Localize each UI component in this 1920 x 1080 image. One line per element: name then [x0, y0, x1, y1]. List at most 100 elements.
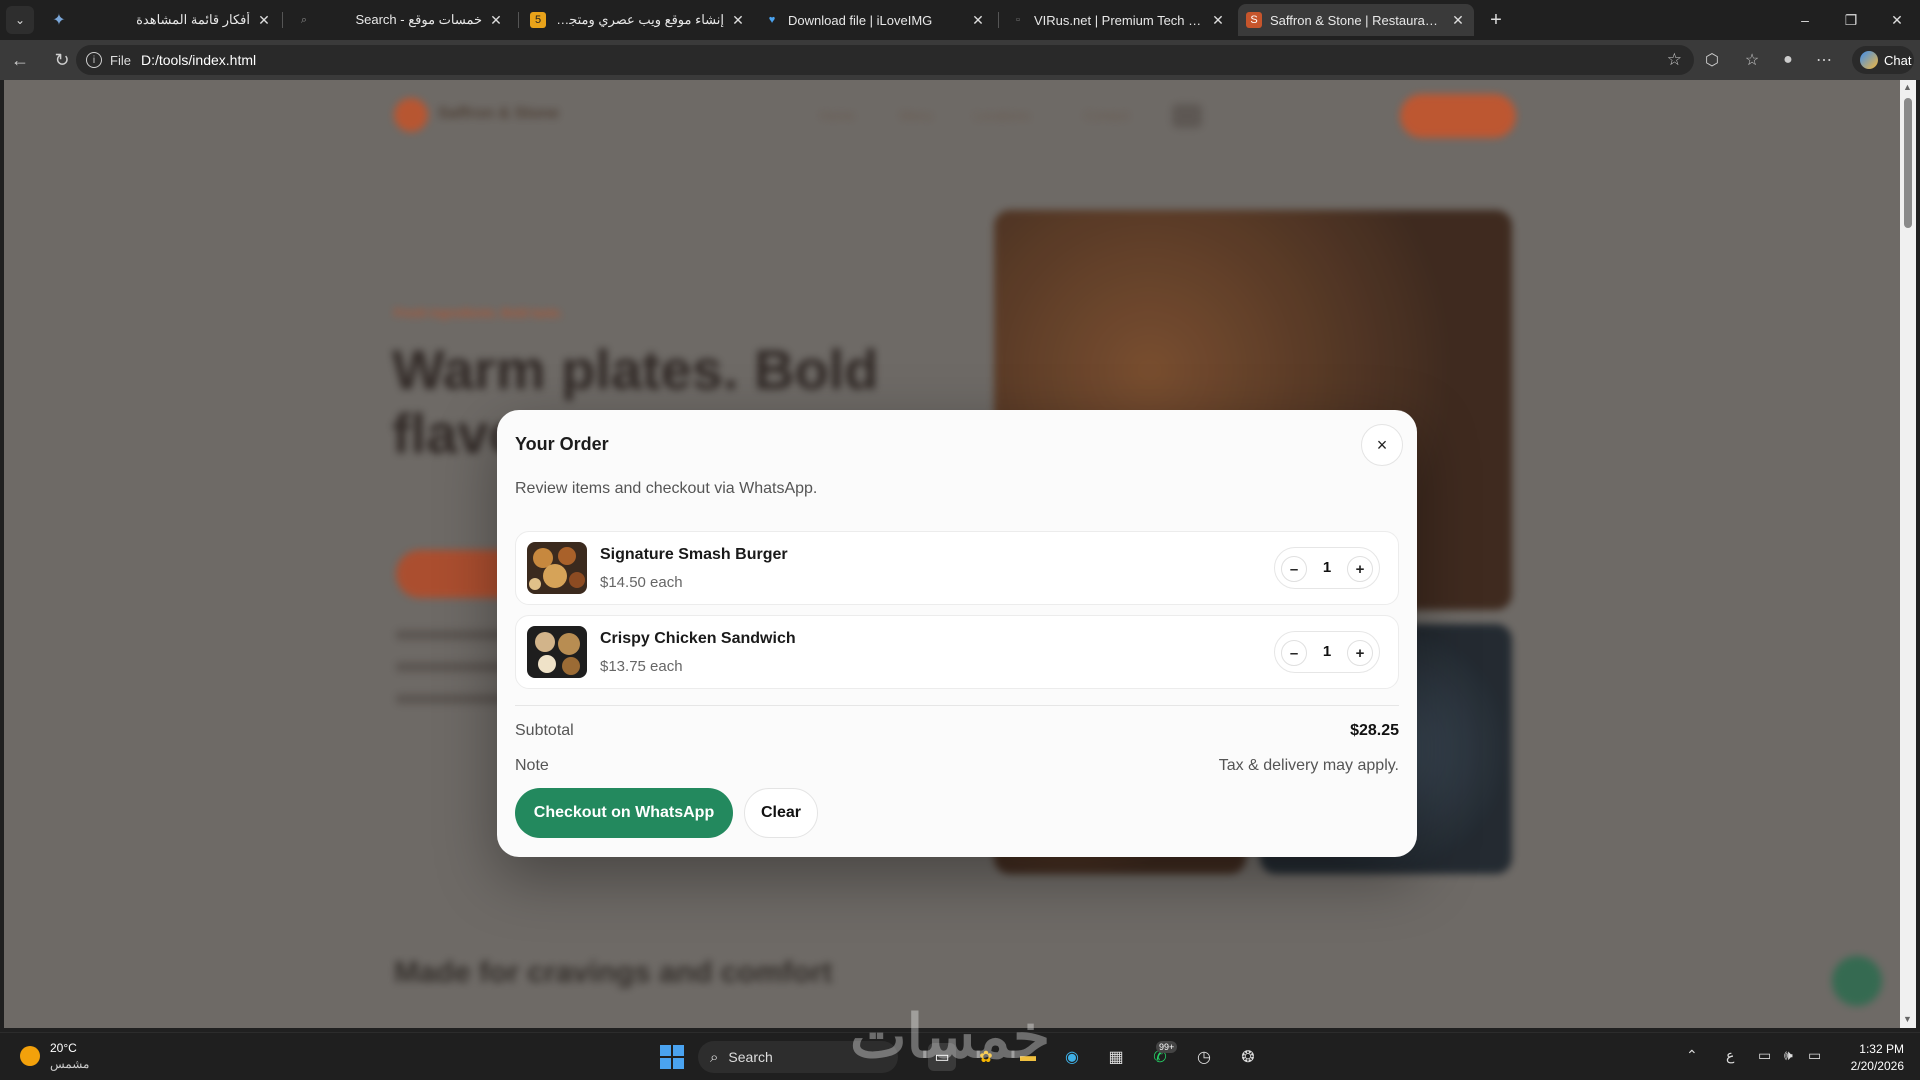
browser-toolbar: ← ↻ i File D:/tools/index.html ☆	[0, 40, 1920, 80]
tab-actions-chevron-icon[interactable]: ⌄	[6, 6, 34, 34]
decrease-quantity-button[interactable]: –	[1281, 556, 1307, 582]
subtotal-value: $28.25	[1350, 722, 1399, 739]
scroll-down-arrow-icon[interactable]: ▼	[1903, 1014, 1912, 1024]
modal-subtitle: Review items and checkout via WhatsApp.	[515, 480, 818, 497]
page-scrollbar[interactable]: ▲ ▼	[1900, 80, 1916, 1028]
scroll-thumb[interactable]	[1904, 98, 1912, 228]
favorite-star-icon[interactable]: ☆	[1667, 50, 1682, 70]
refresh-icon[interactable]: ↻	[48, 46, 76, 74]
clear-button[interactable]: Clear	[744, 788, 818, 838]
khamsat-icon: 5	[530, 12, 546, 28]
edge-browser-icon[interactable]: ◉	[1058, 1043, 1086, 1071]
minimize-icon[interactable]: –	[1782, 0, 1828, 40]
lang-en[interactable]	[1172, 104, 1202, 128]
scroll-up-arrow-icon[interactable]: ▲	[1903, 82, 1912, 92]
close-icon[interactable]: ✕	[256, 12, 272, 28]
url-scheme: File	[110, 52, 131, 68]
tab-title: Download file | iLoveIMG	[788, 12, 933, 28]
restore-icon[interactable]: ❐	[1828, 0, 1874, 40]
close-icon[interactable]: ✕	[488, 12, 504, 28]
order-item: Signature Smash Burger $14.50 each – 1 +	[515, 531, 1399, 605]
quantity-stepper: – 1 +	[1274, 631, 1380, 673]
section-title: Made for cravings and comfort	[394, 956, 833, 989]
site-icon: S	[1246, 12, 1262, 28]
close-icon[interactable]: ✕	[730, 12, 746, 28]
new-tab-plus-icon[interactable]: +	[1484, 8, 1508, 32]
close-icon[interactable]: ✕	[970, 12, 986, 28]
workspaces-icon[interactable]: ✦	[48, 9, 70, 31]
favorites-icon[interactable]: ☆	[1740, 48, 1764, 72]
copilot-icon	[1860, 51, 1878, 69]
close-icon[interactable]: ✕	[1210, 12, 1226, 28]
whatsapp-fab[interactable]	[1832, 956, 1882, 1006]
close-icon[interactable]: ✕	[1450, 12, 1466, 28]
chatgpt-icon[interactable]: ❂	[1234, 1043, 1262, 1071]
khamsat-watermark: خمسات	[850, 1003, 1051, 1070]
divider	[515, 705, 1399, 706]
network-icon[interactable]: ▭	[1758, 1047, 1771, 1064]
checkout-whatsapp-button[interactable]: Checkout on WhatsApp	[515, 788, 733, 838]
site-nav-contact[interactable]: Contact	[1084, 108, 1129, 123]
page-icon: ▫	[1016, 14, 1020, 26]
notification-badge: 99+	[1156, 1041, 1178, 1053]
site-brand: Saffron & Stone	[438, 105, 559, 122]
quantity-value: 1	[1322, 559, 1332, 576]
clock-app-icon[interactable]: ◷	[1190, 1043, 1218, 1071]
site-nav-locations[interactable]: Locations	[974, 108, 1030, 123]
taskbar-time[interactable]: 1:32 PM	[1856, 1042, 1904, 1056]
taskbar-date[interactable]: 2/20/2026	[1836, 1059, 1904, 1073]
increase-quantity-button[interactable]: +	[1347, 640, 1373, 666]
copilot-chat-button[interactable]: Chat	[1852, 46, 1914, 74]
item-name: Crispy Chicken Sandwich	[600, 630, 796, 647]
window-close-icon[interactable]: ✕	[1874, 0, 1920, 40]
increase-quantity-button[interactable]: +	[1347, 556, 1373, 582]
extensions-icon[interactable]: ⬡	[1700, 48, 1724, 72]
tab-iloveimg[interactable]: ♥ Download file | iLoveIMG ✕	[756, 4, 994, 36]
burger-thumbnail	[527, 542, 587, 594]
profile-avatar-icon[interactable]: ●	[1776, 48, 1800, 72]
heart-icon: ♥	[768, 14, 776, 26]
note-value: Tax & delivery may apply.	[1218, 757, 1399, 774]
order-item: Crispy Chicken Sandwich $13.75 each – 1 …	[515, 615, 1399, 689]
tab-title: Saffron & Stone | Restaurant Menu	[1270, 12, 1444, 28]
order-modal: Your Order × Review items and checkout v…	[497, 410, 1417, 857]
back-arrow-icon[interactable]: ←	[6, 46, 34, 74]
search-icon: ⌕	[710, 1048, 719, 1066]
subtotal-label: Subtotal	[515, 722, 574, 739]
weather-description[interactable]: مشمس	[50, 1057, 89, 1071]
tab-title: أفكار قائمة المشاهدة	[136, 12, 250, 27]
tab-search-khamsat[interactable]: ⌕ Search - خمسات موقع ✕	[288, 4, 512, 36]
page-viewport: Saffron & Stone Home Menu Locations Cont…	[4, 80, 1900, 1028]
site-nav-menu[interactable]: Menu	[900, 108, 933, 123]
site-nav-home[interactable]: Home	[820, 108, 855, 123]
hero-tagline: Fresh ingredients. Bold taste.	[394, 306, 563, 320]
decrease-quantity-button[interactable]: –	[1281, 640, 1307, 666]
chevron-up-icon[interactable]: ⌃	[1686, 1047, 1698, 1064]
site-logo	[394, 98, 428, 132]
microsoft-store-icon[interactable]: ▦	[1102, 1043, 1130, 1071]
modal-title: Your Order	[515, 434, 609, 454]
quantity-stepper: – 1 +	[1274, 547, 1380, 589]
volume-icon[interactable]: 🕪	[1784, 1047, 1793, 1064]
site-order-button[interactable]	[1400, 94, 1516, 138]
tab-title: VIRus.net | Premium Tech Cafe	[1034, 12, 1204, 28]
address-bar[interactable]: i File D:/tools/index.html ☆	[76, 45, 1694, 75]
search-icon: ⌕	[300, 13, 308, 26]
url-text[interactable]: D:/tools/index.html	[141, 52, 256, 68]
tab-watchlist[interactable]: أفكار قائمة المشاهدة ✕	[100, 4, 280, 36]
close-icon[interactable]: ×	[1361, 424, 1403, 466]
tab-strip: ⌄ ✦ أفكار قائمة المشاهدة ✕ ⌕ Search - خم…	[0, 0, 1920, 40]
input-language[interactable]: ع	[1726, 1047, 1734, 1064]
item-price: $13.75 each	[600, 658, 683, 675]
tab-khamsat-project[interactable]: 5 إنشاء موقع ويب عصري ومتجاوب لعرض ✕	[522, 4, 754, 36]
tab-virus-net[interactable]: ▫ VIRus.net | Premium Tech Cafe ✕	[1002, 4, 1234, 36]
sun-icon[interactable]	[20, 1046, 40, 1066]
tab-saffron-stone[interactable]: S Saffron & Stone | Restaurant Menu ✕	[1238, 4, 1474, 36]
item-price: $14.50 each	[600, 574, 683, 591]
windows-start-icon[interactable]	[660, 1045, 684, 1069]
more-menu-icon[interactable]: ⋯	[1812, 48, 1836, 72]
battery-icon[interactable]: ▭	[1808, 1047, 1821, 1064]
weather-temperature[interactable]: 20°C	[50, 1041, 77, 1055]
lang-ar[interactable]	[1218, 104, 1248, 128]
info-icon[interactable]: i	[86, 52, 102, 68]
